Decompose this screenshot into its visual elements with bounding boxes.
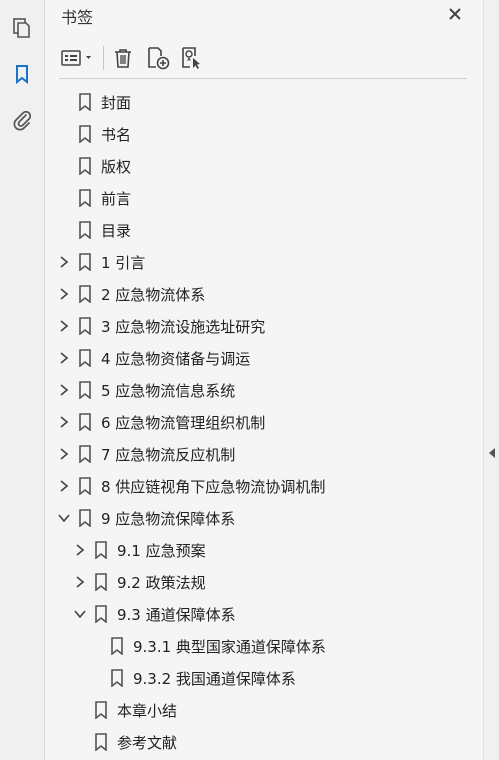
- pages-icon[interactable]: [0, 10, 44, 46]
- bookmarks-icon[interactable]: [0, 56, 44, 92]
- bookmark-row[interactable]: 9.3.1 典型国家通道保障体系: [45, 630, 483, 662]
- bookmark-row[interactable]: 本章小结: [45, 694, 483, 726]
- bookmark-icon: [78, 125, 92, 144]
- bookmark-label: 版权: [101, 158, 132, 176]
- bookmark-icon: [94, 573, 108, 592]
- bookmark-icon: [78, 413, 92, 432]
- bookmark-icon: [78, 221, 92, 240]
- bookmark-label: 本章小结: [117, 702, 178, 720]
- bookmark-toolbar: [59, 40, 467, 76]
- bookmark-label: 9 应急物流保障体系: [101, 510, 236, 528]
- bookmark-icon: [78, 285, 92, 304]
- bookmark-icon: [78, 189, 92, 208]
- collapse-panel-icon[interactable]: [487, 445, 497, 459]
- bookmark-label: 3 应急物流设施选址研究: [101, 318, 266, 336]
- bookmark-icon: [78, 317, 92, 336]
- chevron-right-icon[interactable]: [57, 351, 71, 365]
- close-icon[interactable]: [445, 4, 465, 24]
- bookmark-row[interactable]: 2 应急物流体系: [45, 278, 483, 310]
- right-collapse-strip: [483, 0, 499, 760]
- bookmark-row[interactable]: 3 应急物流设施选址研究: [45, 310, 483, 342]
- list-options-icon: [61, 50, 91, 66]
- attachments-icon[interactable]: [0, 102, 44, 138]
- chevron-right-icon[interactable]: [57, 479, 71, 493]
- bookmark-row[interactable]: 1 引言: [45, 246, 483, 278]
- chevron-right-icon[interactable]: [57, 255, 71, 269]
- add-bookmark-icon: [148, 47, 170, 70]
- trash-icon: [115, 49, 131, 68]
- bookmark-label: 9.2 政策法规: [117, 574, 206, 592]
- bookmark-label: 6 应急物流管理组织机制: [101, 414, 266, 432]
- bookmark-row[interactable]: 9.3.2 我国通道保障体系: [45, 662, 483, 694]
- new-bookmark-button[interactable]: [143, 40, 173, 76]
- left-rail: [0, 0, 45, 760]
- chevron-right-icon[interactable]: [57, 319, 71, 333]
- bookmark-row[interactable]: 书名: [45, 118, 483, 150]
- bookmark-row[interactable]: 9 应急物流保障体系: [45, 502, 483, 534]
- bookmark-icon: [78, 477, 92, 496]
- chevron-down-icon[interactable]: [73, 607, 87, 621]
- bookmark-row[interactable]: 前言: [45, 182, 483, 214]
- bookmark-label: 封面: [101, 94, 132, 112]
- bookmark-icon: [78, 157, 92, 176]
- chevron-down-icon[interactable]: [57, 511, 71, 525]
- bookmark-row[interactable]: 封面: [45, 86, 483, 118]
- chevron-right-icon[interactable]: [73, 543, 87, 557]
- bookmark-row[interactable]: 参考文献: [45, 726, 483, 758]
- bookmark-label: 5 应急物流信息系统: [101, 382, 236, 400]
- chevron-right-icon[interactable]: [57, 287, 71, 301]
- bookmark-icon: [94, 605, 108, 624]
- bookmark-label: 参考文献: [117, 734, 178, 752]
- chevron-right-icon[interactable]: [57, 383, 71, 397]
- bookmark-icon: [78, 253, 92, 272]
- bookmark-row[interactable]: 9.3 通道保障体系: [45, 598, 483, 630]
- chevron-right-icon[interactable]: [57, 447, 71, 461]
- bookmark-label: 前言: [101, 190, 132, 208]
- bookmark-label: 2 应急物流体系: [101, 286, 206, 304]
- bookmark-icon: [78, 349, 92, 368]
- bookmark-label: 9.3 通道保障体系: [117, 606, 236, 624]
- bookmark-cursor-icon: [182, 47, 200, 69]
- bookmark-icon: [78, 381, 92, 400]
- bookmark-row[interactable]: 8 供应链视角下应急物流协调机制: [45, 470, 483, 502]
- bookmark-row[interactable]: 7 应急物流反应机制: [45, 438, 483, 470]
- bookmark-icon: [94, 541, 108, 560]
- bookmark-label: 8 供应链视角下应急物流协调机制: [101, 478, 326, 496]
- bookmark-label: 1 引言: [101, 254, 146, 272]
- new-bookmark-from-structure-button[interactable]: [177, 40, 207, 76]
- bookmark-label: 目录: [101, 222, 132, 240]
- bookmark-label: 7 应急物流反应机制: [101, 446, 236, 464]
- bookmark-label: 9.1 应急预案: [117, 542, 206, 560]
- bookmark-row[interactable]: 5 应急物流信息系统: [45, 374, 483, 406]
- bookmark-icon: [78, 445, 92, 464]
- bookmark-icon: [78, 509, 92, 528]
- bookmark-row[interactable]: 6 应急物流管理组织机制: [45, 406, 483, 438]
- chevron-right-icon[interactable]: [57, 415, 71, 429]
- bookmarks-panel: 书签 封面 书名 版权 前言 目录 1 引言 2 应急物流体系 3 应急物流设施…: [45, 0, 483, 760]
- bookmark-label: 9.3.1 典型国家通道保障体系: [133, 638, 326, 656]
- bookmark-row[interactable]: 版权: [45, 150, 483, 182]
- chevron-right-icon[interactable]: [73, 575, 87, 589]
- bookmark-row[interactable]: 9.2 政策法规: [45, 566, 483, 598]
- toolbar-divider: [59, 78, 467, 79]
- bookmark-icon: [94, 701, 108, 720]
- panel-title: 书签: [61, 8, 94, 27]
- bookmark-icon: [94, 733, 108, 752]
- options-menu-button[interactable]: [59, 40, 97, 76]
- bookmark-icon: [110, 637, 124, 656]
- bookmark-icon: [110, 669, 124, 688]
- bookmark-row[interactable]: 目录: [45, 214, 483, 246]
- bookmark-row[interactable]: 9.1 应急预案: [45, 534, 483, 566]
- bookmark-row[interactable]: 4 应急物资储备与调运: [45, 342, 483, 374]
- toolbar-separator: [103, 46, 104, 70]
- delete-bookmark-button[interactable]: [109, 40, 137, 76]
- bookmark-label: 书名: [101, 126, 132, 144]
- bookmark-icon: [78, 93, 92, 112]
- bookmark-label: 9.3.2 我国通道保障体系: [133, 670, 296, 688]
- bookmark-label: 4 应急物资储备与调运: [101, 350, 251, 368]
